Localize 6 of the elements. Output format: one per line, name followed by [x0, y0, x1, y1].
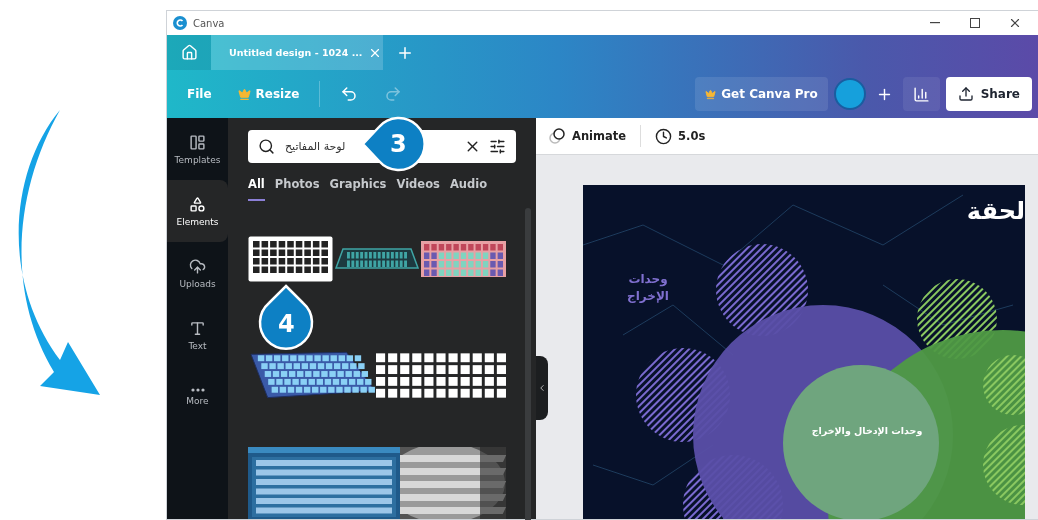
slide-title: لحقة — [966, 197, 1025, 225]
step-number: 4 — [278, 312, 295, 336]
window-title: Canva — [193, 17, 226, 29]
slide-label: وحدات الإدخال والإخراج — [810, 425, 924, 436]
slide-label: وحدات الإخراج — [626, 271, 670, 306]
step-number: 3 — [390, 132, 407, 156]
